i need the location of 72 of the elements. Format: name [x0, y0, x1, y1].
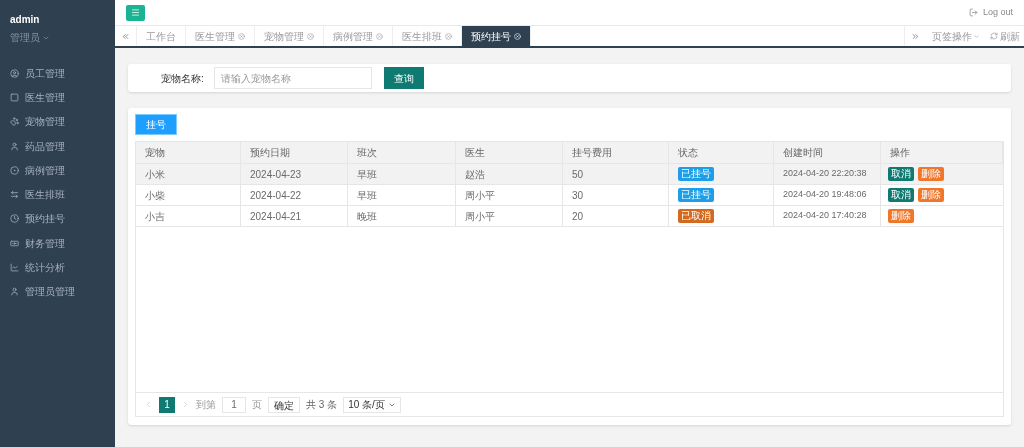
sidebar-item[interactable]: 统计分析: [0, 255, 115, 280]
banknote-icon: [10, 238, 19, 248]
logout-icon: [968, 8, 978, 17]
sidebar-item[interactable]: 预约挂号: [0, 206, 115, 232]
total-count: 共 3 条: [306, 398, 338, 412]
delete-button[interactable]: 删除: [918, 188, 944, 202]
sidebar-item[interactable]: 医生管理: [0, 85, 115, 110]
cancel-button[interactable]: 取消: [888, 188, 914, 202]
status-tag: 已取消: [678, 209, 714, 223]
table-cell: 小吉: [136, 206, 241, 226]
sidebar-item[interactable]: 管理员管理: [0, 279, 115, 304]
close-icon: [514, 32, 521, 40]
query-button[interactable]: 查询: [383, 67, 424, 89]
status-tag: 已挂号: [678, 167, 714, 181]
square-icon: [10, 92, 19, 102]
logout-link[interactable]: Log out: [968, 5, 1013, 20]
page-input[interactable]: 1: [222, 396, 246, 413]
close-icon: [445, 32, 452, 40]
close-icon: [307, 32, 314, 40]
register-button[interactable]: 挂号: [135, 114, 177, 135]
paw-icon: [10, 117, 19, 127]
sidebar-item[interactable]: 药品管理: [0, 133, 115, 159]
clock-icon: [10, 214, 19, 224]
page-size-select[interactable]: 10 条/页: [343, 396, 401, 413]
table-row[interactable]: 小柴 2024-04-22 早班 周小平 30 已挂号 2024-04-20 19:48:06 取消 删除: [136, 184, 1003, 205]
person-icon: [10, 141, 19, 151]
sidebar-item[interactable]: 医生排班: [0, 182, 115, 207]
page-unit: 页: [252, 398, 262, 412]
table-cell: 周小平: [456, 206, 563, 226]
table-cell: 20: [563, 206, 669, 226]
user-circle-icon: [10, 68, 19, 78]
tab[interactable]: 医生管理: [186, 26, 255, 46]
page-ops-dropdown[interactable]: 页签操作: [926, 26, 986, 46]
tab[interactable]: 工作台: [137, 26, 186, 46]
delete-button[interactable]: 删除: [888, 209, 914, 223]
sidebar-item[interactable]: 财务管理: [0, 231, 115, 256]
prev-page-icon[interactable]: [144, 400, 153, 409]
status-tag: 已挂号: [678, 188, 714, 202]
close-icon: [238, 32, 245, 40]
refresh-button[interactable]: 刷新: [986, 26, 1024, 46]
page-number[interactable]: 1: [159, 396, 175, 413]
tab[interactable]: 病例管理: [324, 26, 393, 46]
cancel-button[interactable]: 取消: [888, 167, 914, 181]
delete-button[interactable]: 删除: [918, 167, 944, 181]
menu-icon: [131, 8, 140, 17]
circle-icon: [10, 165, 19, 175]
line-chart-icon: [10, 263, 19, 272]
search-field[interactable]: 请输入宠物名称: [213, 67, 372, 89]
close-icon: [376, 32, 383, 40]
goto-label: 到第: [196, 398, 216, 412]
table-cell: 2024-04-20 17:40:28: [774, 206, 881, 226]
tab[interactable]: 宠物管理: [255, 26, 324, 46]
table-cell: 2024-04-21: [241, 206, 348, 226]
user-name: admin: [9, 13, 41, 27]
table-row[interactable]: 小米 2024-04-23 早班 赵浩 50 已挂号 2024-04-20 22:20:38 取消 删除: [136, 163, 1003, 184]
refresh-icon: [990, 32, 998, 40]
person-icon: [10, 287, 19, 297]
search-label: 宠物名称:: [161, 71, 204, 86]
tab[interactable]: 预约挂号: [462, 26, 531, 46]
confirm-button[interactable]: 确定: [268, 396, 300, 413]
sidebar-item[interactable]: 员工管理: [0, 61, 115, 86]
menu-button[interactable]: [126, 4, 145, 21]
next-page-icon[interactable]: [181, 400, 190, 409]
double-left-icon: [121, 31, 130, 41]
caret-icon: [973, 32, 980, 40]
table-row[interactable]: 小吉 2024-04-21 晚班 周小平 20 已取消 2024-04-20 17:40:28 删除: [136, 205, 1003, 226]
table-cell: 晚班: [348, 206, 456, 226]
arrows-icon: [10, 190, 19, 200]
sidebar-item[interactable]: 病例管理: [0, 158, 115, 183]
sidebar-item[interactable]: 宠物管理: [0, 109, 115, 134]
double-right-icon: [911, 31, 920, 41]
role-dropdown[interactable]: 管理员: [0, 30, 60, 45]
